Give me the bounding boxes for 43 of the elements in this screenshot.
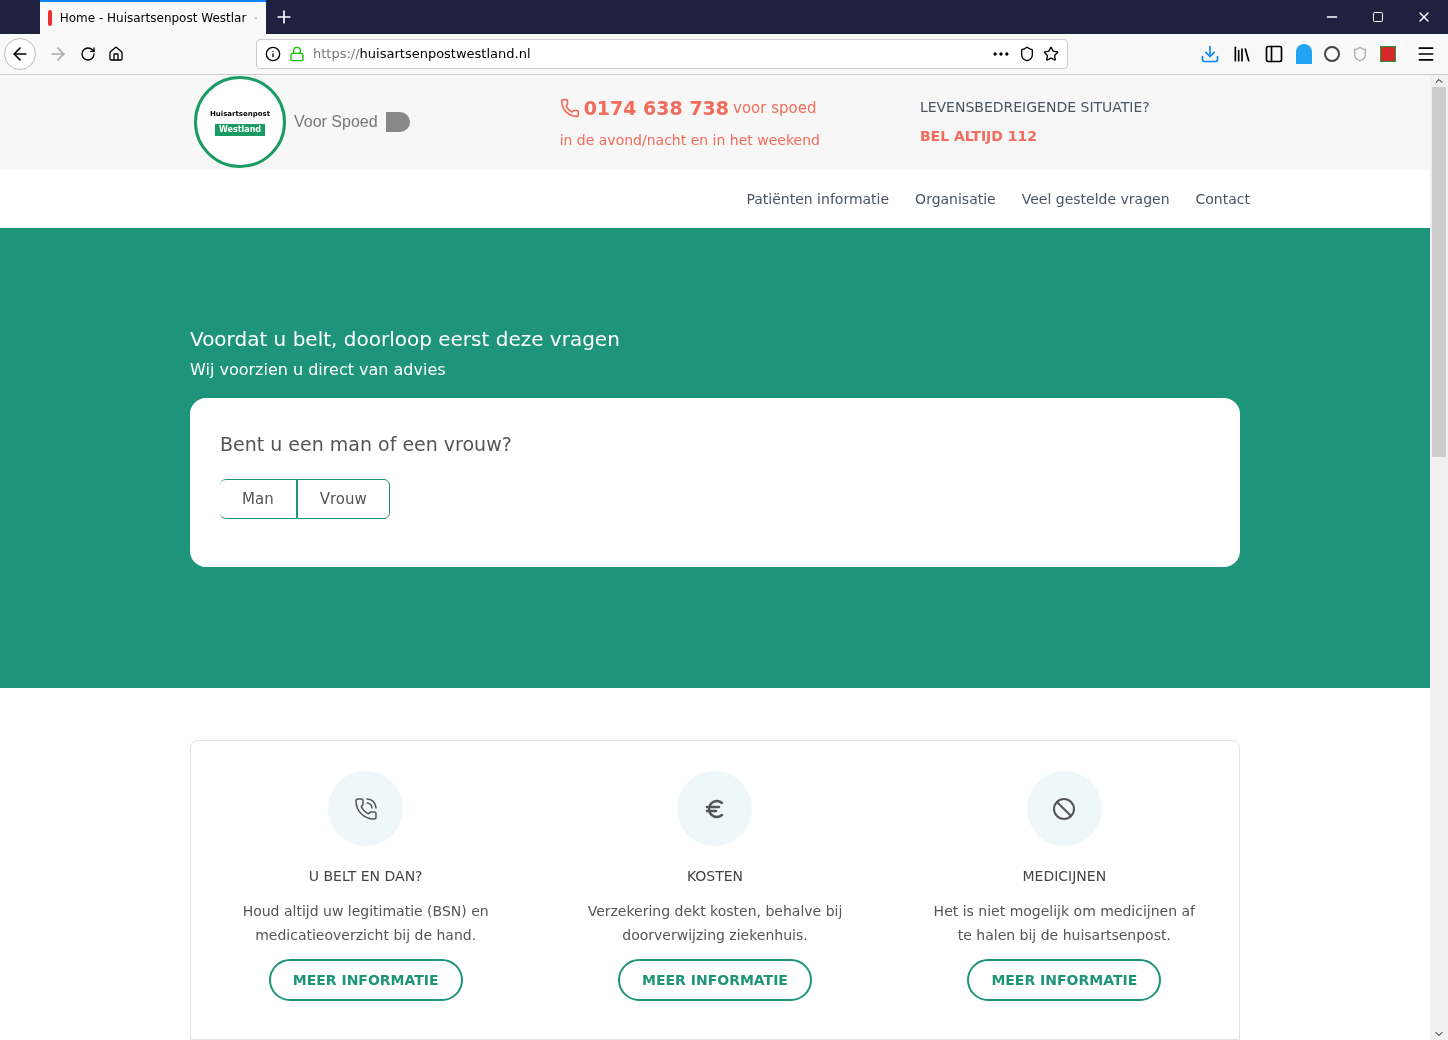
hero-title: Voordat u belt, doorloop eerst deze vragen: [190, 326, 621, 354]
tagline: Voor Spoed: [294, 112, 378, 133]
logo-bottom-text: Westland: [214, 123, 266, 136]
feature-title: KOSTEN: [686, 867, 744, 886]
more-info-button[interactable]: MEER INFORMATIE: [268, 959, 463, 1001]
back-button[interactable]: [4, 38, 36, 70]
sidebar-icon[interactable]: [1264, 44, 1284, 64]
more-info-button[interactable]: MEER INFORMATIE: [967, 959, 1162, 1001]
feature-title: MEDICIJNEN: [1022, 867, 1107, 886]
maximize-icon[interactable]: [1372, 11, 1384, 23]
info-icon[interactable]: [265, 46, 281, 62]
answer-option[interactable]: Man: [220, 478, 297, 519]
question-text: Bent u een man of een vrouw?: [220, 432, 513, 458]
url-text: https://huisartsenpostwestland.nl: [313, 45, 532, 64]
browser-tab[interactable]: Home - Huisartsenpost Westlar: [40, 0, 266, 34]
answer-option[interactable]: Vrouw: [296, 478, 390, 519]
library-icon[interactable]: [1232, 44, 1252, 64]
nav-link[interactable]: Contact: [1195, 188, 1250, 210]
feature-text: Verzekering dekt kosten, behalve bij doorverwijzing ziekenhuis.: [586, 902, 844, 945]
tab-title: Home - Huisartsenpost Westlar: [59, 10, 247, 27]
phone-hours: in de avond/nacht en in het weekend: [559, 131, 820, 151]
feature-text: Houd altijd uw legitimatie (BSN) en medicatieoverzicht bij de hand.: [241, 902, 490, 945]
lock-icon: [289, 46, 305, 62]
feature-text: Het is niet mogelijk om medicijnen af te halen bij de huisartsenpost.: [932, 902, 1197, 945]
scrollbar[interactable]: [1430, 75, 1448, 1040]
feature-title: U BELT EN DAN?: [308, 867, 423, 886]
alert-title: LEVENSBEDREIGENDE SITUATIE?: [919, 98, 1150, 118]
more-info-button[interactable]: MEER INFORMATIE: [618, 959, 812, 1001]
ban-icon: [1052, 796, 1077, 821]
menu-icon[interactable]: [1416, 44, 1436, 64]
hero-subtitle: Wij voorzien u direct van advies: [190, 359, 447, 382]
address-bar[interactable]: https://huisartsenpostwestland.nl: [256, 39, 1068, 69]
phone-icon: [559, 97, 580, 118]
phone-suffix: voor spoed: [733, 97, 817, 119]
nav-link[interactable]: Patiënten informatie: [746, 188, 890, 210]
home-icon[interactable]: [108, 46, 124, 62]
reload-icon[interactable]: [80, 46, 96, 62]
nav-link[interactable]: Organisatie: [915, 188, 996, 210]
bookmark-star-icon[interactable]: [1043, 46, 1059, 62]
alert-action: BEL ALTIJD 112: [919, 127, 1039, 147]
phone-icon: [353, 796, 378, 821]
download-icon[interactable]: [1200, 44, 1220, 64]
nav-link[interactable]: Veel gestelde vragen: [1021, 188, 1170, 210]
